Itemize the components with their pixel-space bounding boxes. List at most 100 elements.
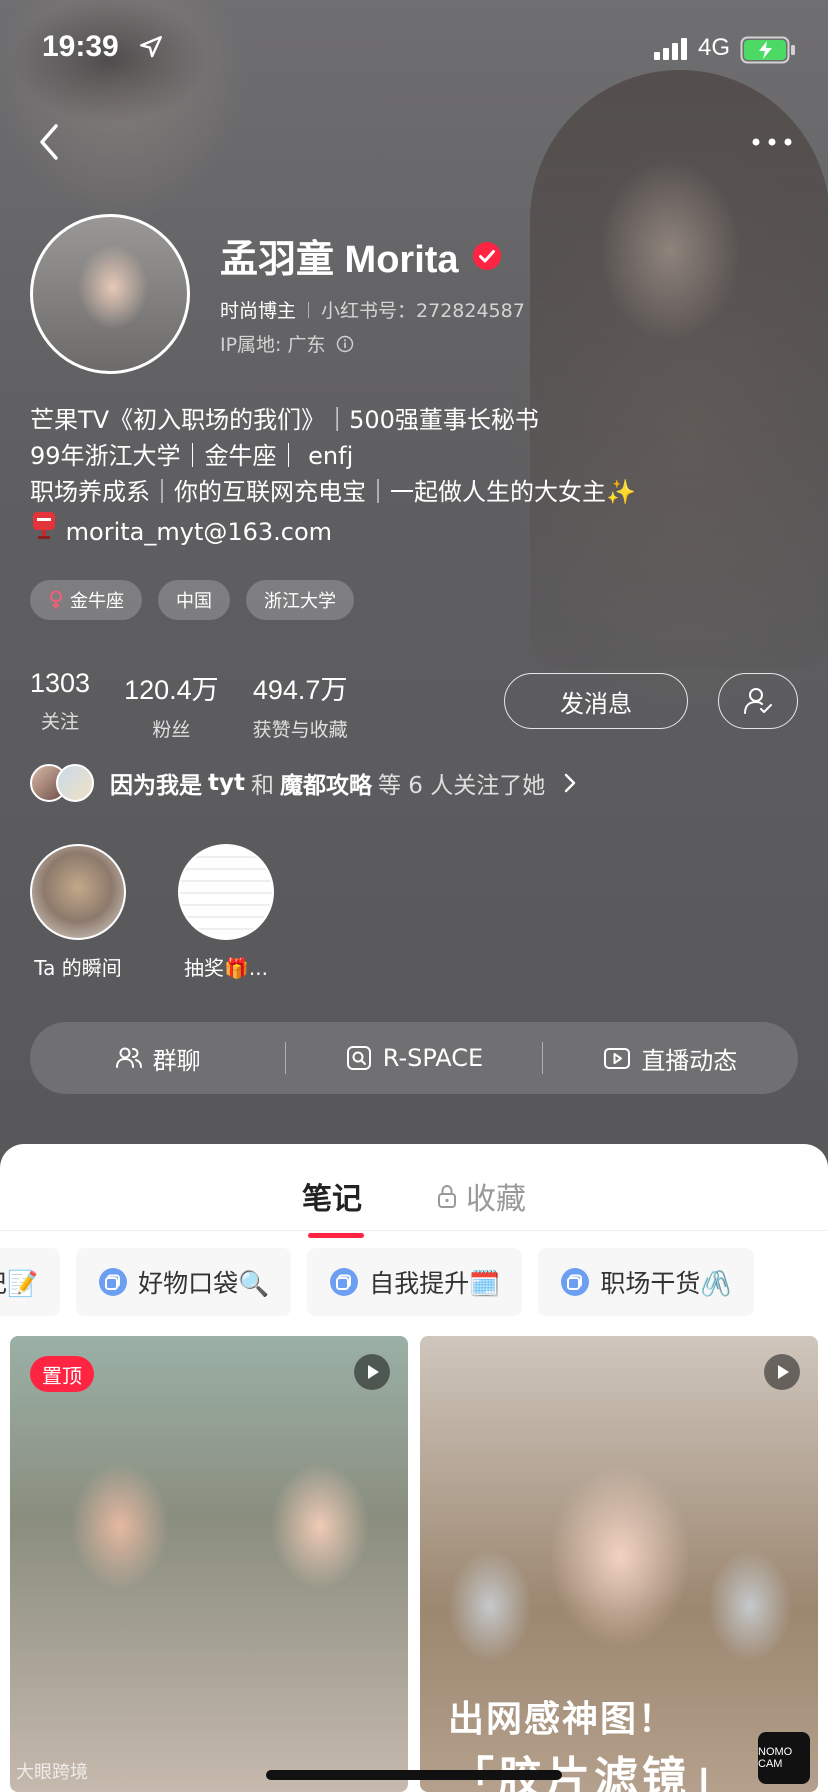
- group-chat-button[interactable]: 群聊: [30, 1041, 285, 1076]
- action-label: R-SPACE: [382, 1044, 484, 1072]
- collection-chip[interactable]: 记📝: [0, 1248, 61, 1316]
- info-icon[interactable]: [336, 335, 354, 353]
- stat-followers[interactable]: 120.4万 粉丝: [124, 668, 219, 742]
- collection-label: 职场干货🖇️: [600, 1269, 732, 1298]
- tag-school: 浙江大学: [246, 580, 354, 620]
- tag-label: 浙江大学: [264, 591, 336, 612]
- moments-row: Ta 的瞬间 抽奖🎁...: [28, 844, 276, 981]
- profile-stats: 1303 关注 120.4万 粉丝 494.7万 获赞与收藏: [30, 668, 348, 742]
- collection-icon: [330, 1268, 359, 1296]
- bio-email-line: morita_myt@163.com: [30, 510, 790, 550]
- r-space-button[interactable]: R-SPACE: [286, 1044, 541, 1072]
- collection-label: 好物口袋🔍: [138, 1269, 270, 1298]
- tag-country: 中国: [158, 580, 230, 620]
- location-arrow-icon: [140, 36, 162, 58]
- profile-avatar[interactable]: [30, 214, 190, 374]
- moment-label: 抽奖🎁...: [184, 956, 268, 980]
- mutual-suffix: 等 6 人关注了她: [377, 773, 546, 799]
- tag-label: 金牛座: [70, 591, 124, 612]
- note-collections: 记📝 好物口袋🔍 自我提升🗓️ 职场干货🖇️: [0, 1248, 754, 1316]
- profile-meta: 时尚博主 小红书号：272824587: [220, 296, 525, 323]
- profile-name: 孟羽童 Morita: [220, 239, 459, 281]
- collection-icon: [99, 1268, 128, 1296]
- profile-tags: 金牛座 中国 浙江大学: [30, 580, 354, 620]
- bio-line: 职场养成系｜你的互联网充电宝｜一起做人生的大女主✨: [30, 478, 636, 506]
- back-icon[interactable]: [30, 118, 70, 166]
- action-label: 群聊: [152, 1046, 201, 1075]
- tab-label: 收藏: [466, 1182, 526, 1217]
- following-status-button[interactable]: [718, 673, 798, 729]
- status-time: 19:39: [42, 30, 119, 63]
- sticker-label: NOMO CAM: [758, 1746, 793, 1770]
- bio-email: morita_myt@163.com: [65, 518, 333, 546]
- collection-icon: [561, 1268, 590, 1296]
- tab-label: 笔记: [302, 1182, 362, 1217]
- live-icon: [604, 1048, 631, 1069]
- rspace-icon: [346, 1046, 371, 1070]
- moment-thumbnail: [30, 844, 126, 940]
- moment-item[interactable]: Ta 的瞬间: [28, 844, 128, 981]
- user-check-icon: [744, 688, 772, 714]
- stat-likes-collects[interactable]: 494.7万 获赞与收藏: [253, 668, 348, 742]
- profile-bio: 芒果TV《初入职场的我们》｜500强董事长秘书 99年浙江大学｜金牛座｜ enf…: [30, 402, 790, 550]
- mutual-user: tyt: [208, 770, 245, 796]
- chevron-right-icon: [565, 773, 576, 793]
- mutual-prefix: 因为我是: [110, 773, 202, 799]
- collection-label: 自我提升🗓️: [369, 1269, 501, 1298]
- stat-label: 获赞与收藏: [252, 719, 348, 741]
- profile-name-row: 孟羽童 Morita: [220, 228, 503, 283]
- video-play-icon: [764, 1354, 800, 1390]
- action-label: 直播动态: [641, 1046, 738, 1075]
- female-icon: [50, 590, 62, 609]
- home-indicator[interactable]: [266, 1770, 562, 1780]
- note-card[interactable]: 置顶 大眼跨境: [10, 1336, 408, 1792]
- content-sheet: 笔记 收藏 记📝 好物口袋🔍 自我提升🗓️ 职场干货🖇️ 置顶 大眼跨境: [0, 1144, 828, 1792]
- stat-label: 粉丝: [152, 719, 191, 741]
- moment-thumbnail: [178, 844, 274, 940]
- mutual-user: 魔都攻略: [279, 773, 372, 799]
- video-play-icon: [354, 1354, 390, 1390]
- mutual-conj: 和: [250, 773, 274, 799]
- profile-role: 时尚博主: [220, 300, 297, 322]
- collection-chip[interactable]: 职场干货🖇️: [538, 1248, 754, 1316]
- collection-chip[interactable]: 好物口袋🔍: [76, 1248, 292, 1316]
- note-cover-caption: 出网感神图！: [448, 1698, 677, 1740]
- stat-following[interactable]: 1303 关注: [30, 668, 90, 742]
- content-tabs: 笔记 收藏: [0, 1168, 828, 1238]
- nomo-cam-sticker: NOMO CAM: [758, 1732, 810, 1784]
- mutual-avatar: [56, 764, 94, 802]
- profile-red-id[interactable]: 小红书号：272824587: [321, 296, 525, 323]
- moment-item[interactable]: 抽奖🎁...: [176, 844, 276, 981]
- bio-line: 芒果TV《初入职场的我们》｜500强董事长秘书: [30, 406, 539, 434]
- cellular-signal-icon: [654, 38, 687, 60]
- active-tab-indicator: [308, 1233, 364, 1238]
- battery-charging-icon: [740, 36, 795, 64]
- action-bar: 群聊 R-SPACE 直播动态: [30, 1022, 798, 1094]
- pinned-badge: 置顶: [30, 1356, 94, 1392]
- note-card[interactable]: 出网感神图！ 「胶片滤镜」 NOMO CAM: [420, 1336, 818, 1792]
- mutual-follow-row[interactable]: 因为我是 tyt 和 魔都攻略 等 6 人关注了她: [30, 764, 577, 802]
- stat-value: 1303: [30, 668, 91, 698]
- notes-grid: 置顶 大眼跨境 出网感神图！ 「胶片滤镜」 NOMO CAM: [10, 1336, 820, 1792]
- live-updates-button[interactable]: 直播动态: [543, 1041, 798, 1076]
- tabs-divider: [0, 1230, 828, 1231]
- ip-location: IP属地: 广东: [220, 334, 326, 356]
- stat-value: 494.7万: [252, 675, 348, 705]
- collection-label: 记📝: [0, 1269, 39, 1298]
- watermark: 大眼跨境: [16, 1762, 88, 1783]
- people-icon: [115, 1047, 142, 1068]
- moment-label: Ta 的瞬间: [34, 956, 122, 980]
- tab-favorites[interactable]: 收藏: [436, 1168, 526, 1224]
- tag-label: 中国: [176, 591, 212, 612]
- bio-line: 99年浙江大学｜金牛座｜ enfj: [30, 442, 354, 470]
- note-cover-caption: 「胶片滤镜」: [450, 1753, 738, 1792]
- ip-location-row: IP属地: 广东: [220, 330, 354, 357]
- stat-label: 关注: [41, 711, 80, 733]
- more-options-icon[interactable]: [748, 122, 798, 162]
- verified-badge-icon: [472, 241, 501, 270]
- tag-zodiac: 金牛座: [30, 580, 142, 620]
- stat-value: 120.4万: [124, 675, 219, 705]
- collection-chip[interactable]: 自我提升🗓️: [307, 1248, 523, 1316]
- tab-notes[interactable]: 笔记: [302, 1168, 364, 1238]
- send-message-button[interactable]: 发消息: [504, 673, 688, 729]
